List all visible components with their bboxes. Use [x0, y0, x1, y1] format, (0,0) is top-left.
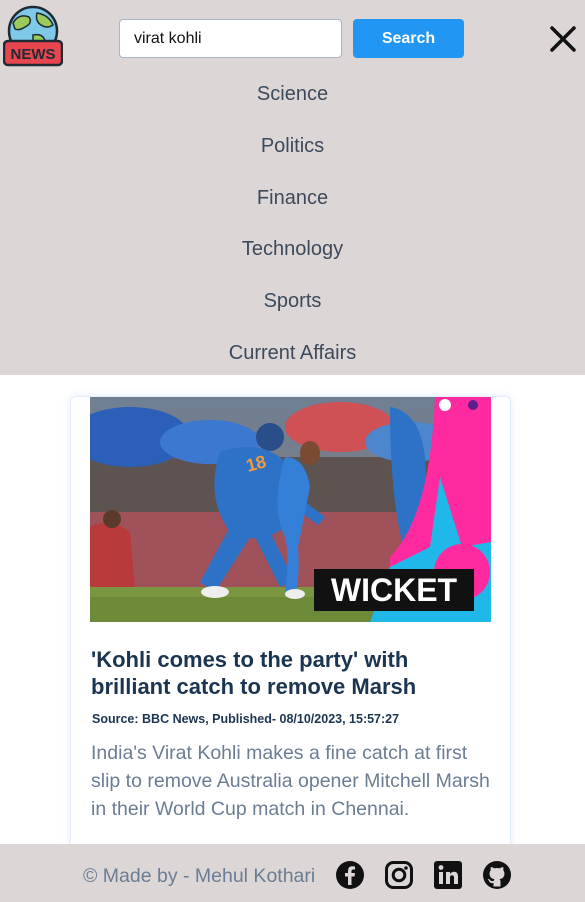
- menu-item-finance[interactable]: Finance: [0, 185, 585, 211]
- footer-credit: © Made by - Mehul Kothari: [83, 865, 316, 887]
- close-button[interactable]: [546, 22, 580, 56]
- footer: © Made by - Mehul Kothari: [0, 844, 585, 902]
- menu-item-current-affairs[interactable]: Current Affairs: [0, 340, 585, 366]
- category-menu: Science Politics Finance Technology Spor…: [0, 80, 585, 375]
- header: NEWS Search: [0, 0, 585, 80]
- instagram-icon[interactable]: [384, 860, 414, 890]
- menu-item-technology[interactable]: Technology: [0, 236, 585, 262]
- menu-item-science[interactable]: Science: [0, 81, 585, 107]
- search-button[interactable]: Search: [353, 19, 464, 58]
- logo-text: NEWS: [11, 46, 56, 63]
- article-description: India's Virat Kohli makes a fine catch a…: [91, 742, 490, 820]
- article-source: Source: BBC News, Published- 08/10/2023,…: [92, 712, 400, 726]
- cricket-photo: WICKET 18: [90, 397, 491, 622]
- news-logo[interactable]: NEWS: [2, 5, 64, 67]
- wicket-badge: WICKET: [331, 572, 458, 608]
- globe-icon: NEWS: [2, 5, 64, 67]
- search-input[interactable]: [119, 19, 342, 58]
- close-icon: [550, 26, 576, 52]
- linkedin-icon[interactable]: [433, 860, 463, 890]
- article-title[interactable]: 'Kohli comes to the party' with brillian…: [91, 646, 491, 700]
- menu-item-sports[interactable]: Sports: [0, 288, 585, 314]
- news-card[interactable]: WICKET 18 'Kohli comes to the party' wit…: [70, 396, 511, 856]
- article-image[interactable]: WICKET 18: [90, 397, 491, 622]
- github-icon[interactable]: [482, 860, 512, 890]
- facebook-icon[interactable]: [335, 860, 365, 890]
- menu-item-politics[interactable]: Politics: [0, 133, 585, 159]
